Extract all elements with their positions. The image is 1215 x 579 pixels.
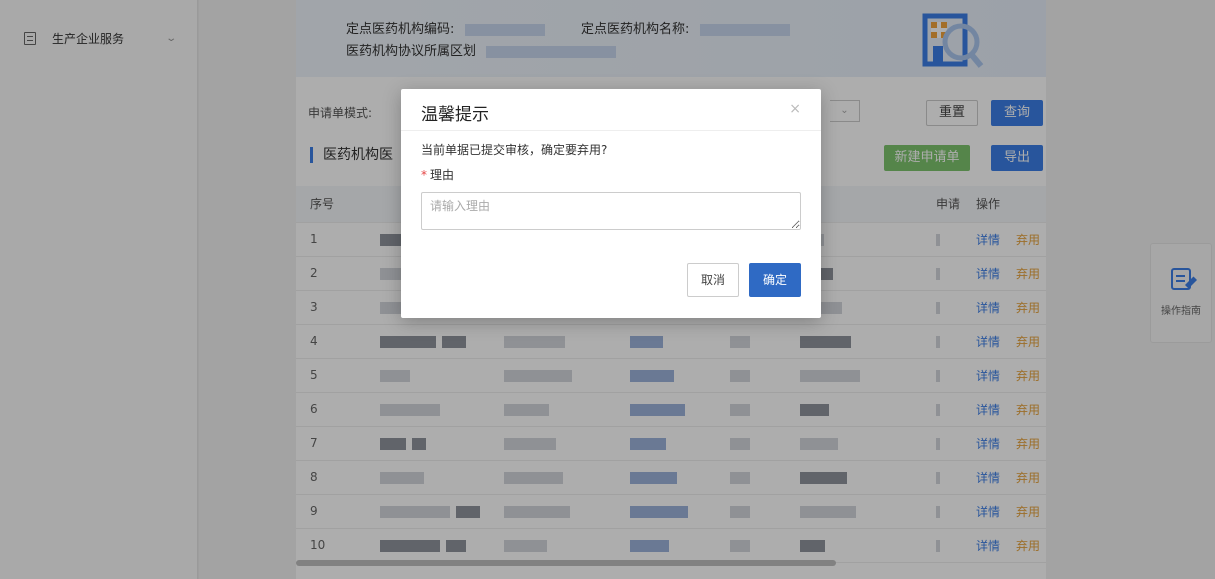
dialog-title: 温馨提示 [421,105,489,125]
reason-input[interactable] [421,192,801,230]
reason-label-text: 理由 [430,168,455,182]
dialog-message: 当前单据已提交审核，确定要弃用? [421,143,608,157]
close-icon[interactable]: × [789,101,801,117]
required-mark: * [421,168,427,182]
dialog-header: 温馨提示 × [401,89,821,131]
confirm-button[interactable]: 确定 [749,263,801,297]
cancel-button[interactable]: 取消 [687,263,739,297]
confirm-discard-dialog: 温馨提示 × 当前单据已提交审核，确定要弃用? *理由 取消 确定 [401,89,821,318]
dialog-body: 当前单据已提交审核，确定要弃用? * 理由 [401,131,821,230]
reason-label: * 理由 [421,166,801,183]
